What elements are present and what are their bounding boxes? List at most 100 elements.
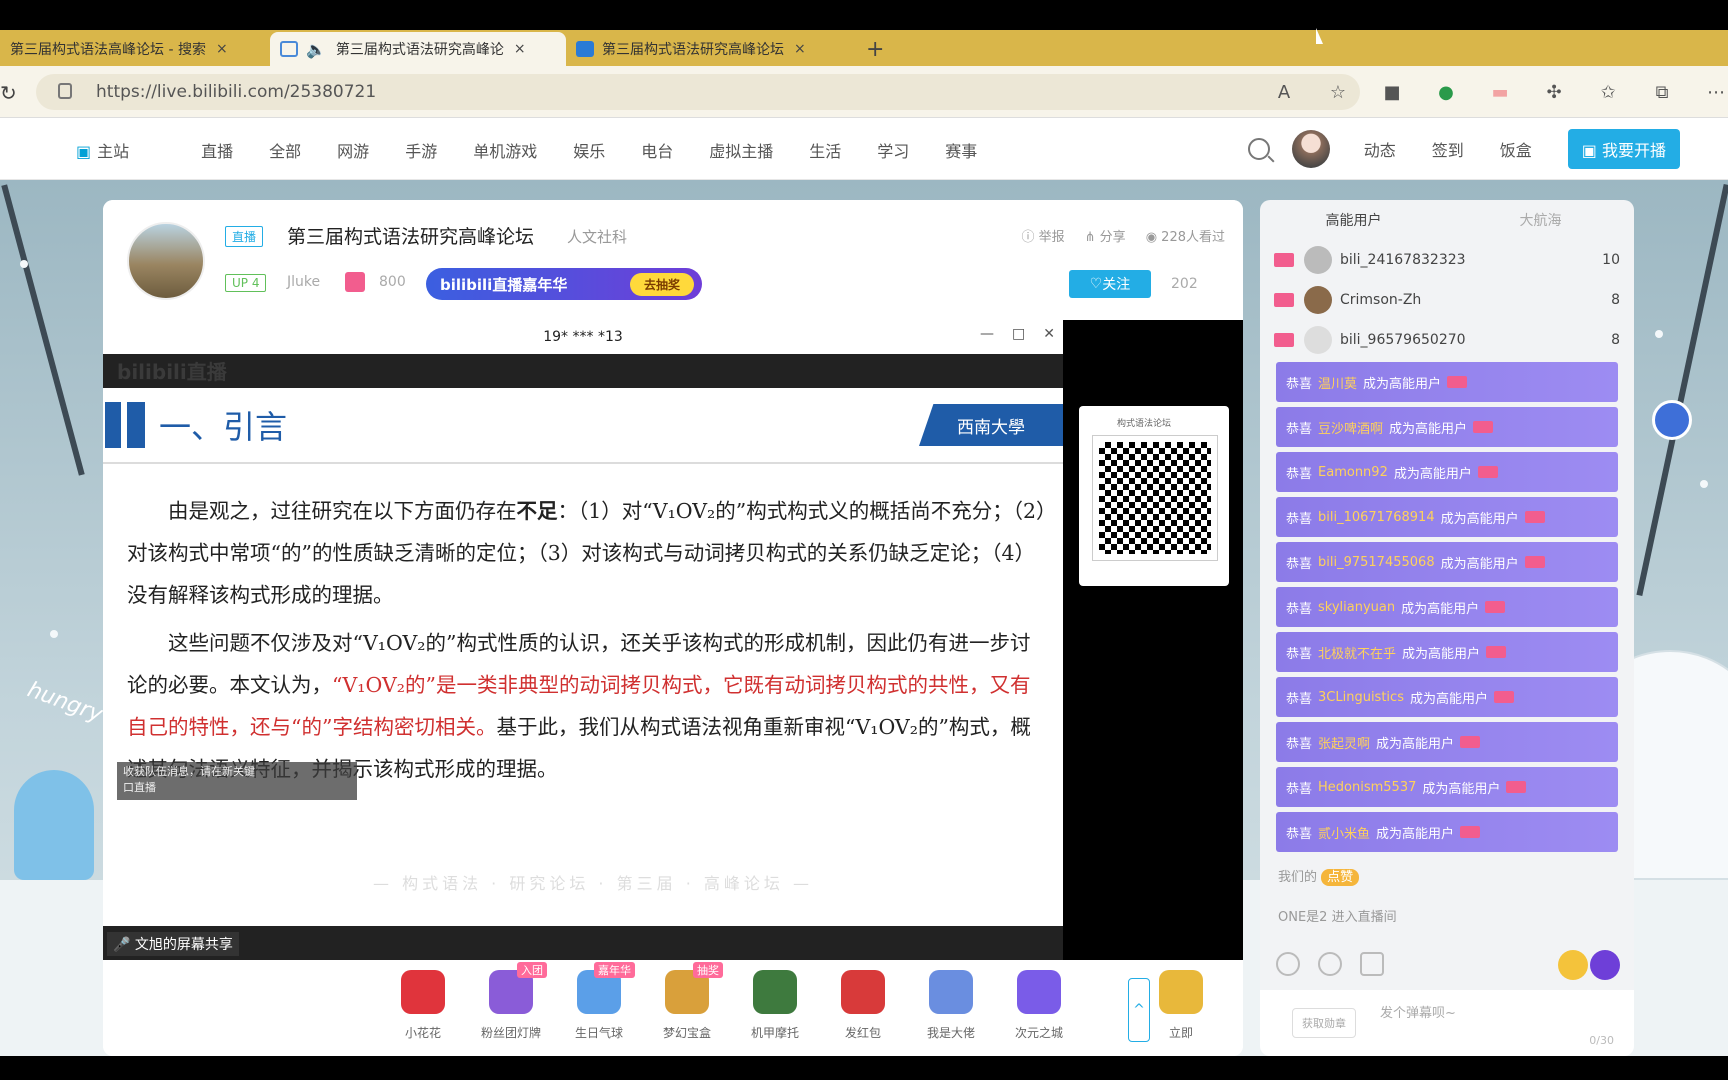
nav-item-single-games[interactable]: 单机游戏 — [473, 138, 537, 162]
tab-high-energy[interactable]: 高能用户 — [1260, 200, 1447, 242]
chat-message[interactable]: 恭喜 温川莫 成为高能用户 — [1276, 362, 1618, 402]
nav-item-study[interactable]: 学习 — [877, 138, 909, 162]
gift-count: 800 — [379, 274, 406, 290]
medal-badge — [1486, 646, 1507, 658]
medal-badge — [1477, 466, 1498, 478]
gift-item[interactable]: 立即 — [1151, 970, 1211, 1041]
close-icon[interactable]: ✕ — [1043, 326, 1055, 342]
nav-item-vtuber[interactable]: 虚拟主播 — [709, 138, 773, 162]
gift-item[interactable]: 我是大佬 — [921, 970, 981, 1041]
rank-row[interactable]: bili_24167832323 10 — [1260, 240, 1634, 280]
room-title: 第三届构式语法研究高峰论坛 — [287, 226, 535, 248]
chat-message[interactable]: 恭喜 北极就不在乎 成为高能用户 — [1276, 632, 1618, 672]
read-aloud-icon[interactable]: A — [1270, 78, 1298, 106]
nav-item-radio[interactable]: 电台 — [641, 138, 673, 162]
favorite-add-icon[interactable]: ☆ — [1324, 78, 1352, 106]
carnival-banner[interactable]: bilibili直播嘉年华 去抽奖 — [426, 268, 702, 300]
gift-item[interactable]: 小花花 — [393, 970, 453, 1041]
mic-icon: 🎤 — [113, 937, 135, 953]
speaker-icon[interactable]: 🔈 — [306, 40, 326, 59]
emoji-icon[interactable] — [1276, 952, 1300, 976]
player-section: 直播 第三届构式语法研究高峰论坛 人文社科 UP 4 Jluke 800 bil… — [103, 200, 1243, 1056]
tab-captain[interactable]: 大航海 — [1447, 200, 1634, 242]
url-field[interactable]: https://live.bilibili.com/25380721 — [36, 74, 1360, 110]
follow-button[interactable]: ♡ 关注 — [1069, 270, 1151, 298]
browser-tab-3[interactable]: 第三届构式语法研究高峰论坛 × — [566, 32, 856, 66]
nav-lunchbox[interactable]: 饭盒 — [1500, 137, 1532, 161]
gift-item[interactable]: 入团 粉丝团灯牌 — [481, 962, 547, 1041]
chat-message[interactable]: 恭喜 贰小米鱼 成为高能用户 — [1276, 812, 1618, 852]
browser-tab-1[interactable]: 第三届构式语法高峰论坛 - 搜索 × — [0, 32, 270, 66]
rank-row[interactable]: bili_96579650270 8 — [1260, 320, 1634, 360]
nav-item-live[interactable]: 直播 — [201, 138, 233, 162]
keyboard-icon[interactable] — [1360, 952, 1384, 976]
bilibili-navbar: ▣ 主站 直播 全部 网游 手游 单机游戏 娱乐 电台 虚拟主播 生活 学习 赛事… — [0, 118, 1728, 180]
streamer-avatar[interactable] — [127, 222, 205, 300]
danmaku-style-icon[interactable] — [1590, 950, 1620, 980]
new-tab-button[interactable]: + — [866, 32, 884, 66]
tag-icon[interactable] — [1318, 952, 1342, 976]
chat-message[interactable]: 恭喜 Eamonn92 成为高能用户 — [1276, 452, 1618, 492]
chat-message[interactable]: 恭喜 豆沙啤酒啊 成为高能用户 — [1276, 407, 1618, 447]
get-medal-button[interactable]: 获取勋章 — [1292, 1008, 1356, 1038]
gift-item[interactable]: 次元之城 — [1009, 970, 1069, 1041]
chat-message[interactable]: 恭喜 skylianyuan 成为高能用户 — [1276, 587, 1618, 627]
puzzle-icon[interactable]: ✣ — [1540, 78, 1568, 106]
room-category[interactable]: 人文社科 — [567, 226, 627, 247]
close-icon[interactable]: × — [514, 41, 526, 57]
gift-item[interactable]: 抽奖 梦幻宝盒 — [657, 962, 723, 1041]
share-button[interactable]: ⋔ 分享 — [1085, 226, 1126, 245]
header-actions: ⓘ 举报 ⋔ 分享 ◉ 228人看过 — [1021, 226, 1225, 245]
search-icon[interactable] — [1247, 138, 1270, 160]
sunglasses-emoji-icon[interactable] — [1558, 950, 1588, 980]
danmaku-input[interactable]: 发个弹幕呗~ — [1380, 1002, 1456, 1021]
nav-checkin[interactable]: 签到 — [1432, 137, 1464, 161]
reload-icon[interactable]: ↻ — [0, 81, 17, 105]
chat-message[interactable]: 恭喜 Hedonism5537 成为高能用户 — [1276, 767, 1618, 807]
close-icon[interactable]: × — [216, 41, 228, 57]
rank-row[interactable]: Crimson-Zh 8 — [1260, 280, 1634, 320]
collections-icon[interactable]: ⧉ — [1648, 78, 1676, 106]
close-icon[interactable]: × — [794, 41, 806, 57]
extension-icon[interactable]: ■ — [1378, 78, 1406, 106]
chat-message[interactable]: 恭喜 bili_97517455068 成为高能用户 — [1276, 542, 1618, 582]
report-button[interactable]: ⓘ 举报 — [1021, 226, 1064, 245]
gift-item[interactable]: 嘉年华 生日气球 — [569, 962, 635, 1041]
user-avatar[interactable] — [1291, 130, 1330, 168]
medal-badge — [1524, 556, 1545, 568]
character-decoration — [14, 770, 94, 880]
browser-tab-2[interactable]: 🔈 第三届构式语法研究高峰论 × — [270, 32, 566, 66]
nav-item-entertainment[interactable]: 娱乐 — [573, 138, 605, 162]
nav-item-all[interactable]: 全部 — [269, 138, 301, 162]
lock-icon[interactable] — [58, 83, 72, 99]
chat-message[interactable]: 恭喜 张起灵啊 成为高能用户 — [1276, 722, 1618, 762]
nav-item-main[interactable]: ▣ 主站 — [76, 138, 165, 162]
nav-item-events[interactable]: 赛事 — [945, 138, 977, 162]
shield-extension-icon[interactable]: ● — [1432, 78, 1460, 106]
slide-paragraph-1: 由是观之，过往研究在以下方面仍存在不足：（1）对“V₁OV₂的”构式构式义的概括… — [127, 499, 1047, 607]
gift-item[interactable]: 机甲摩托 — [745, 970, 805, 1041]
nav-item-mobile-games[interactable]: 手游 — [405, 138, 437, 162]
lottery-button[interactable]: 去抽奖 — [629, 273, 694, 296]
chat-message[interactable]: 恭喜 3CLinguistics 成为高能用户 — [1276, 677, 1618, 717]
up-name[interactable]: Jluke — [287, 274, 320, 290]
extension-icon-2[interactable]: ▬ — [1486, 78, 1514, 106]
bottom-black-bar — [0, 1056, 1728, 1080]
medal-badge — [1506, 781, 1527, 793]
favorites-icon[interactable]: ✩ — [1594, 78, 1622, 106]
more-icon[interactable]: ⋯ — [1702, 78, 1728, 106]
expand-gifts-button[interactable]: ^ — [1128, 978, 1150, 1042]
nav-item-online-games[interactable]: 网游 — [337, 138, 369, 162]
maximize-icon[interactable]: □ — [1012, 326, 1025, 342]
medal-badge — [1493, 691, 1514, 703]
top-black-bar — [0, 0, 1728, 30]
share-bottom-bar — [103, 926, 1063, 960]
nav-item-life[interactable]: 生活 — [809, 138, 841, 162]
chat-message[interactable]: 恭喜 bili_10671768914 成为高能用户 — [1276, 497, 1618, 537]
mascot-icon[interactable] — [1652, 400, 1692, 440]
minimize-icon[interactable]: — — [980, 326, 994, 342]
nav-dynamic[interactable]: 动态 — [1364, 137, 1396, 161]
gift-item[interactable]: 发红包 — [833, 970, 893, 1041]
start-live-button[interactable]: ▣ 我要开播 — [1567, 129, 1680, 169]
video-player[interactable]: 19* *** *13 — □ ✕ bilibili直播 一、引言 西南大學 由… — [103, 320, 1243, 960]
